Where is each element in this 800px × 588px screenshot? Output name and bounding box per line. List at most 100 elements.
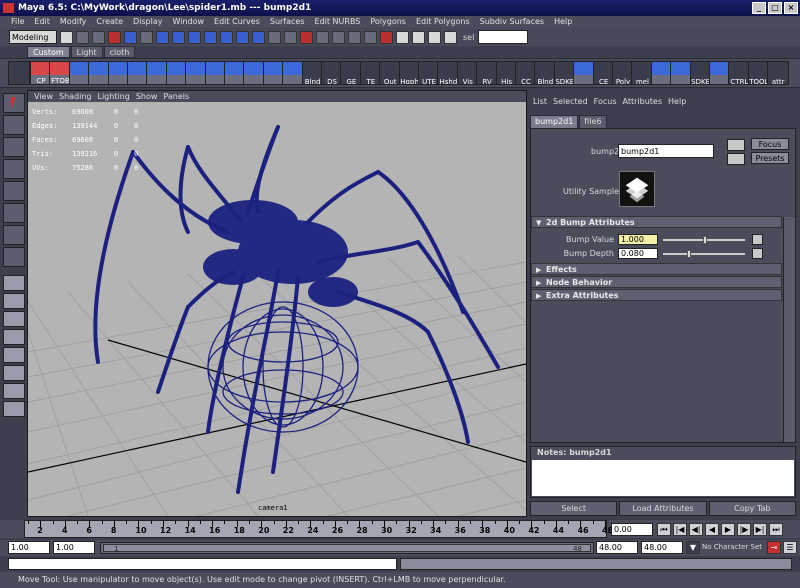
render-frame-icon[interactable] <box>412 30 425 44</box>
ae-menu-help[interactable]: Help <box>665 96 689 107</box>
auto-key-icon[interactable]: ⊸ <box>767 541 781 554</box>
char-set-dropdown-icon[interactable]: ▼ <box>686 541 700 554</box>
menu-edit-polygons[interactable]: Edit Polygons <box>411 16 475 28</box>
step-back-frame-icon[interactable]: ◀| <box>689 523 703 536</box>
bump-value-slider[interactable] <box>663 236 745 244</box>
vp-menu-panels[interactable]: Panels <box>160 91 192 102</box>
focus-button[interactable]: Focus <box>751 138 789 150</box>
bump-value-slider-knob[interactable] <box>703 236 707 244</box>
render-view-icon[interactable] <box>396 30 409 44</box>
layout-hypershade-icon[interactable] <box>3 383 25 399</box>
select-object-icon[interactable] <box>124 30 137 44</box>
shelf-menu-icon[interactable] <box>8 61 30 85</box>
range-end-field[interactable]: 48.00 <box>596 541 638 554</box>
menu-file[interactable]: File <box>6 16 29 28</box>
lasso-tool-icon[interactable] <box>3 115 25 135</box>
select-hierarchy-icon[interactable] <box>108 30 121 44</box>
step-forward-key-icon[interactable]: ▶| <box>753 523 767 536</box>
current-time-field[interactable]: 0.00 <box>611 523 653 536</box>
range-bar-handle[interactable]: 1 48 <box>103 544 591 553</box>
soft-modify-tool-icon[interactable] <box>3 225 25 245</box>
go-to-start-icon[interactable]: ⏮ <box>657 523 671 536</box>
manipulator-tool-icon[interactable] <box>3 203 25 223</box>
shelf-button-38[interactable]: attr <box>767 61 790 85</box>
anim-start-field[interactable]: 1.00 <box>53 541 95 554</box>
highlight-selection-icon[interactable] <box>300 30 313 44</box>
play-backwards-icon[interactable]: ◀ <box>705 523 719 536</box>
vp-menu-lighting[interactable]: Lighting <box>94 91 132 102</box>
range-bar[interactable]: 1 48 <box>100 542 594 554</box>
node-name-field[interactable]: bump2d1 <box>618 144 714 158</box>
menu-help[interactable]: Help <box>549 16 577 28</box>
pick-misc-icon[interactable] <box>268 30 281 44</box>
range-start-field[interactable]: 1.00 <box>8 541 50 554</box>
rotate-tool-icon[interactable] <box>3 159 25 179</box>
ae-menu-attributes[interactable]: Attributes <box>620 96 666 107</box>
maximize-button[interactable]: □ <box>768 2 782 14</box>
menu-edit[interactable]: Edit <box>29 16 55 28</box>
bump-value-map-button[interactable] <box>752 234 763 245</box>
input-connections-icon[interactable] <box>727 139 745 151</box>
ae-menu-list[interactable]: List <box>530 96 550 107</box>
pick-surfaces-icon[interactable] <box>204 30 217 44</box>
select-component-icon[interactable] <box>140 30 153 44</box>
ae-menu-selected[interactable]: Selected <box>550 96 591 107</box>
layout-two-side-icon[interactable] <box>3 311 25 327</box>
tab-bump2d1[interactable]: bump2d1 <box>530 115 579 129</box>
layout-custom-icon[interactable] <box>3 401 25 417</box>
bump-depth-slider[interactable] <box>663 250 745 258</box>
lock-selection-icon[interactable] <box>284 30 297 44</box>
layout-four-icon[interactable] <box>3 293 25 309</box>
new-scene-icon[interactable] <box>60 30 73 44</box>
go-to-end-icon[interactable]: ⏭ <box>769 523 783 536</box>
menu-polygons[interactable]: Polygons <box>365 16 411 28</box>
ae-menu-focus[interactable]: Focus <box>591 96 620 107</box>
notes-textarea[interactable] <box>532 460 794 496</box>
copy-tab-button[interactable]: Copy Tab <box>708 501 796 516</box>
render-globals-icon[interactable] <box>444 30 457 44</box>
section-extra-attributes[interactable]: ▶ Extra Attributes <box>531 289 782 301</box>
close-button[interactable]: × <box>784 2 798 14</box>
bump-depth-field[interactable]: 0.080 <box>618 248 658 259</box>
open-scene-icon[interactable] <box>76 30 89 44</box>
minimize-button[interactable]: _ <box>752 2 766 14</box>
pick-deformers-icon[interactable] <box>220 30 233 44</box>
bump-depth-slider-knob[interactable] <box>687 250 691 258</box>
menu-edit-curves[interactable]: Edit Curves <box>209 16 265 28</box>
pick-curves-icon[interactable] <box>188 30 201 44</box>
pick-rendering-icon[interactable] <box>252 30 265 44</box>
quick-select-input[interactable] <box>478 30 529 44</box>
command-input[interactable] <box>8 558 397 570</box>
time-ruler[interactable]: 2 4 6 8 10 12 14 16 18 20 22 24 26 28 30 32 34 36 38 40 42 44… <box>24 520 613 538</box>
attr-editor-scrollbar[interactable] <box>783 217 795 442</box>
menu-surfaces[interactable]: Surfaces <box>265 16 310 28</box>
pick-handles-icon[interactable] <box>156 30 169 44</box>
layout-single-icon[interactable] <box>3 275 25 291</box>
snap-curve-icon[interactable] <box>332 30 345 44</box>
menu-edit-nurbs[interactable]: Edit NURBS <box>310 16 366 28</box>
load-attributes-button[interactable]: Load Attributes <box>619 501 707 516</box>
menu-subdiv-surfaces[interactable]: Subdiv Surfaces <box>475 16 549 28</box>
section-effects[interactable]: ▶ Effects <box>531 263 782 275</box>
vp-menu-view[interactable]: View <box>31 91 56 102</box>
vp-menu-shading[interactable]: Shading <box>56 91 95 102</box>
snap-grid-icon[interactable] <box>316 30 329 44</box>
anim-prefs-icon[interactable]: ☰ <box>783 541 797 554</box>
save-scene-icon[interactable] <box>92 30 105 44</box>
history-icon[interactable] <box>380 30 393 44</box>
step-forward-frame-icon[interactable]: |▶ <box>737 523 751 536</box>
layout-outliner-icon[interactable] <box>3 347 25 363</box>
shelf-tab-light[interactable]: Light <box>70 46 103 58</box>
vp-menu-show[interactable]: Show <box>133 91 161 102</box>
menu-window[interactable]: Window <box>168 16 210 28</box>
select-button[interactable]: Select <box>530 501 618 516</box>
play-forwards-icon[interactable]: ▶ <box>721 523 735 536</box>
pick-joints-icon[interactable] <box>172 30 185 44</box>
menu-modify[interactable]: Modify <box>55 16 92 28</box>
perspective-viewport[interactable]: View Shading Lighting Show Panels Verts:… <box>27 90 527 517</box>
move-tool-icon[interactable] <box>3 137 25 157</box>
menu-create[interactable]: Create <box>91 16 128 28</box>
step-back-key-icon[interactable]: |◀ <box>673 523 687 536</box>
select-tool-icon[interactable] <box>3 93 25 113</box>
section-2d-bump-attributes[interactable]: ▼ 2d Bump Attributes <box>531 216 782 228</box>
